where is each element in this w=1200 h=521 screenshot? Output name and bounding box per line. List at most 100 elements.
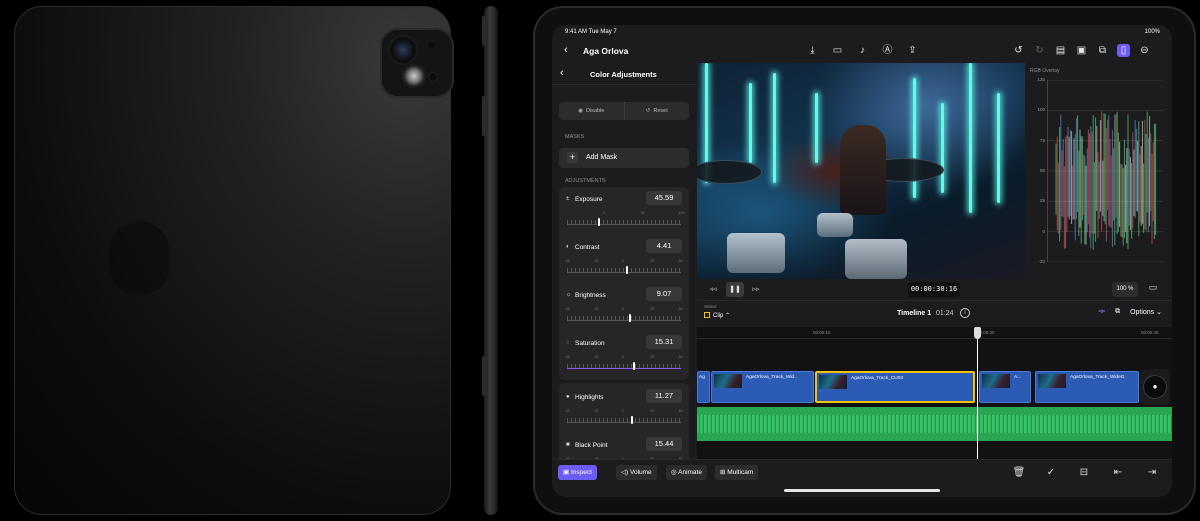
navigation-bar: ‹ Aga Orlova ⤓ ▭ ♪ Ⓐ ⇪ ↺ ↻ ▤ ▣ ⧉ ▯ ⊖	[552, 39, 1172, 63]
slider-scale-label: -25	[593, 355, 599, 359]
audio-track[interactable]	[697, 407, 1172, 441]
video-clip[interactable]: AgaOrlova_Track_CU03	[815, 371, 975, 403]
microphone-hole	[428, 42, 434, 48]
project-title: Aga Orlova	[583, 46, 629, 56]
slider-thumb[interactable]	[630, 416, 633, 424]
scope-axis-label: 0	[1042, 228, 1045, 234]
playhead-handle[interactable]	[974, 327, 981, 339]
forward-icon[interactable]: ▹▹	[748, 282, 764, 297]
slider-scale-label: 100	[678, 211, 685, 215]
adjustment-value-field[interactable]: 4.41	[646, 239, 682, 253]
redo-icon[interactable]: ↻	[1033, 44, 1046, 57]
multicam-label: Multicam	[727, 469, 754, 476]
audio-waveform	[697, 415, 1172, 433]
plus-icon: +	[567, 152, 578, 163]
slider-thumb[interactable]	[626, 266, 629, 274]
adjustment-value-field[interactable]: 11.27	[646, 389, 682, 403]
timeline[interactable]: 00:00:15 00:00:30 00:00:45 Ag AgaOrlova_T…	[697, 327, 1172, 459]
adjustment-value-field[interactable]: 15.31	[646, 335, 682, 349]
inspector-back-button[interactable]: ‹	[560, 67, 564, 79]
adjustment-slider[interactable]: - 0 50 100	[564, 211, 685, 226]
slider-scale-label: -50	[564, 409, 570, 413]
home-indicator[interactable]	[784, 489, 940, 492]
timecode-display: 00:00:30:16	[908, 282, 960, 297]
video-viewer[interactable]	[697, 63, 1025, 279]
slider-scale-label: 25	[650, 259, 655, 263]
disable-reset-control: ◉ Disable ↺ Reset	[559, 102, 689, 120]
share-icon[interactable]: ⇪	[906, 44, 919, 57]
adjustment-slider[interactable]: -50 -25 0 25 50	[565, 259, 683, 274]
ipad-side	[482, 6, 498, 515]
checkmark-icon[interactable]: ✓	[1044, 465, 1058, 480]
animate-button[interactable]: ◎ Animate	[666, 465, 707, 480]
top-button	[482, 16, 486, 46]
select-mode-clip[interactable]: Clip ⌃	[704, 312, 730, 319]
viewer-layout-icon[interactable]: ▤	[1054, 44, 1067, 57]
undo-icon[interactable]: ↺	[1012, 44, 1025, 57]
slider-scale-label: 0	[621, 307, 624, 311]
slider-thumb[interactable]	[597, 218, 600, 226]
adjustment-exposure[interactable]: ± Exposure 45.59 - 0 50 100	[559, 187, 689, 235]
volume-button[interactable]: ◁) Volume	[616, 465, 657, 480]
trim-end-icon[interactable]: ⇥	[1145, 465, 1159, 480]
back-button[interactable]: ‹	[564, 44, 568, 56]
multicam-icon[interactable]: ⧉	[1096, 44, 1109, 57]
trim-start-icon[interactable]: ⇤	[1111, 465, 1125, 480]
info-icon[interactable]: i	[960, 308, 970, 318]
zoom-level[interactable]: 100 %	[1112, 282, 1138, 297]
adjustment-value-field[interactable]: 45.59	[646, 191, 682, 205]
clip-name: AgaOrlova_Track_CU03	[851, 376, 904, 381]
adjustment-label: Brightness	[575, 292, 606, 299]
jog-wheel-icon[interactable]: ●	[1144, 376, 1166, 398]
scope-axis-label: 50	[1039, 168, 1045, 173]
video-track: Ag AgaOrlova_Track_Wid... AgaOrlova_Track_…	[697, 371, 1172, 403]
adjustment-highlights[interactable]: ● Highlights 11.27 -50 -25 0 25 50	[559, 385, 689, 433]
delete-icon[interactable]: 🗑	[1012, 465, 1026, 480]
video-clip[interactable]: A...	[979, 371, 1031, 403]
inspector-title: Color Adjustments	[590, 70, 657, 79]
adjustment-contrast[interactable]: ◐ Contrast 4.41 -50 -25 0 25 50	[559, 235, 689, 283]
lidar-sensor	[428, 72, 438, 82]
adjustment-saturation[interactable]: ◌ Saturation 15.31 -50 -25 0 25 50	[559, 331, 689, 379]
inspect-button[interactable]: ▣ Inspect	[558, 465, 597, 480]
camera-icon[interactable]: ▭	[831, 44, 844, 57]
disable-button[interactable]: ◉ Disable	[559, 102, 624, 120]
adjustment-slider[interactable]: -50 -25 0 25 50	[564, 307, 683, 322]
rewind-icon[interactable]: ◃◃	[705, 282, 721, 297]
adjustment-brightness[interactable]: ☼ Brightness 9.07 -50 -25 0 25 50	[559, 283, 689, 331]
jog-control[interactable]: ●	[1140, 369, 1170, 405]
black-point-icon: ■	[566, 442, 570, 448]
viewer-options-icon[interactable]: ▭	[1144, 282, 1162, 297]
slider-scale-label: 25	[650, 355, 655, 359]
photos-icon[interactable]: ▣	[1075, 44, 1088, 57]
battery-indicator: 100%	[1144, 29, 1160, 35]
voiceover-icon[interactable]: Ⓐ	[881, 44, 894, 57]
neon-light	[969, 63, 972, 213]
split-icon[interactable]: ⊟	[1077, 465, 1091, 480]
options-button[interactable]: Options ⌄	[1130, 308, 1162, 316]
add-mask-button[interactable]: + Add Mask	[559, 148, 689, 168]
playhead[interactable]	[974, 327, 981, 459]
adjustment-slider[interactable]: -50 -25 0 25 50	[564, 409, 683, 424]
adjustment-value-field[interactable]: 15.44	[646, 437, 682, 451]
pause-button[interactable]: ❚❚	[726, 282, 744, 297]
video-clip[interactable]: AgaOrlova_Track_WideG	[1035, 371, 1139, 403]
snapping-icon[interactable]: ⟚	[1098, 308, 1105, 316]
slider-thumb[interactable]	[633, 362, 636, 370]
timeline-view-icon[interactable]: ⧉	[1115, 308, 1120, 316]
import-icon[interactable]: ⤓	[806, 44, 819, 57]
slider-thumb[interactable]	[628, 314, 631, 322]
multicam-button[interactable]: ⊞ Multicam	[715, 465, 759, 480]
more-icon[interactable]: ⊖	[1138, 44, 1151, 57]
ruler-mark: 00:00:45	[1141, 330, 1159, 335]
microphone-icon[interactable]: ♪	[856, 44, 869, 57]
slider-scale-label: -	[564, 211, 566, 215]
reset-button[interactable]: ↺ Reset	[623, 102, 690, 120]
adjustment-slider[interactable]: -50 -25 0 25 50	[565, 355, 683, 370]
video-clip[interactable]: Ag	[697, 371, 710, 403]
bottom-toolbar: ▣ Inspect ◁) Volume ◎ Animate ⊞ Multicam…	[552, 459, 1172, 497]
adjustment-value-field[interactable]: 9.07	[646, 287, 682, 301]
inspector-toggle-icon[interactable]: ▯	[1117, 44, 1130, 57]
video-clip[interactable]: AgaOrlova_Track_Wid...	[711, 371, 814, 403]
slider-scale-label: -50	[564, 307, 570, 311]
